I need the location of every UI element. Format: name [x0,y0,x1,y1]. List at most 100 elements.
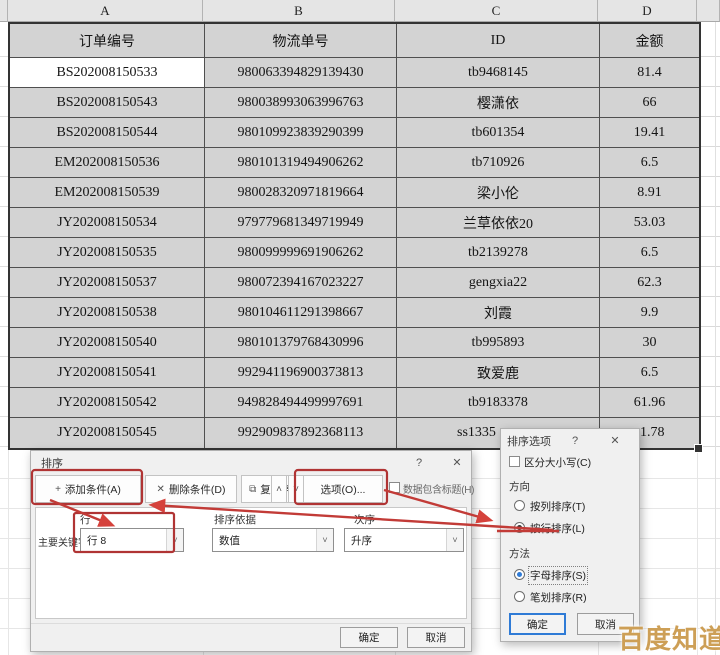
table-cell-tracking[interactable]: 980072394167023227 [205,268,397,298]
table-cell-id[interactable]: tb995893 [397,328,600,358]
table-cell-amount[interactable]: 66 [600,88,699,118]
table-cell-order[interactable]: EM202008150536 [10,148,205,178]
table-cell-amount[interactable]: 53.03 [600,208,699,238]
sort-by-row-radio[interactable] [514,522,525,533]
table-cell-amount[interactable]: 6.5 [600,148,699,178]
table-cell-amount[interactable]: 8.91 [600,178,699,208]
table-cell-amount[interactable]: 61.96 [600,388,699,418]
table-cell-tracking[interactable]: 980038993063996763 [205,88,397,118]
table-cell-id[interactable]: 梁小伦 [397,178,600,208]
method-group-label: 方法 [509,546,530,561]
options-button[interactable]: 选项(O)... [303,475,383,503]
table-cell-amount[interactable]: 9.9 [600,298,699,328]
order-dropdown[interactable]: 升序 ˅ [344,528,464,552]
close-icon[interactable]: ✕ [447,454,467,471]
alphabetic-sort-label: 字母排序(S) [530,568,586,583]
table-cell-tracking[interactable]: 992941196900373813 [205,358,397,388]
delete-icon: ✕ [157,484,165,495]
data-has-headers-checkbox[interactable] [389,482,400,493]
dropdown-arrow-icon: ˅ [316,529,333,551]
table-cell-id[interactable]: tb601354 [397,118,600,148]
column-letter-A[interactable]: A [8,0,203,22]
table-row: JY202008150542949828494499997691tb918337… [10,388,699,418]
watermark: 百度知道 [618,619,720,655]
table-row: JY202008150534979779681349719949兰草依依2053… [10,208,699,238]
close-icon[interactable]: ✕ [605,432,625,449]
delete-condition-button[interactable]: ✕ 删除条件(D) [145,475,237,503]
table-cell-amount[interactable]: 6.5 [600,238,699,268]
sort-options-title: 排序选项 [507,433,551,449]
ok-button[interactable]: 确定 [340,627,398,648]
stroke-sort-radio[interactable] [514,591,525,602]
sort-by-column-label: 按列排序(T) [530,499,585,514]
column-letter-D[interactable]: D [598,0,697,22]
cancel-button[interactable]: 取消 [407,627,465,648]
table-cell-order[interactable]: JY202008150542 [10,388,205,418]
sort-on-dropdown-value: 数值 [219,533,240,548]
case-sensitive-checkbox[interactable] [509,456,520,467]
table-cell-tracking[interactable]: 980109923839290399 [205,118,397,148]
column-letter-B[interactable]: B [203,0,395,22]
case-sensitive-label: 区分大小写(C) [524,455,591,470]
table-cell-tracking[interactable]: 980104611291398667 [205,298,397,328]
table-cell-id[interactable]: 樱潇依 [397,88,600,118]
move-up-button[interactable]: ˄ [271,475,287,503]
table-cell-order[interactable]: BS202008150543 [10,88,205,118]
help-icon[interactable]: ? [409,454,429,471]
table-cell-id[interactable]: 刘霞 [397,298,600,328]
data-has-headers-label: 数据包含标题(H) [403,481,474,496]
add-condition-button[interactable]: + 添加条件(A) [35,475,141,503]
table-cell-id[interactable]: tb2139278 [397,238,600,268]
sort-dialog: 排序 ? ✕ + 添加条件(A) ✕ 删除条件(D) ⧉ 复制条件(C) ˄ ˅… [30,450,472,652]
table-cell-id[interactable]: tb9468145 [397,58,600,88]
table-row: JY202008150537980072394167023227gengxia2… [10,268,699,298]
ok-button[interactable]: 确定 [509,613,566,635]
table-cell-order[interactable]: JY202008150541 [10,358,205,388]
move-down-button[interactable]: ˅ [288,475,304,503]
table-cell-tracking[interactable]: 980101379768430996 [205,328,397,358]
table-cell-tracking[interactable]: 979779681349719949 [205,208,397,238]
table-cell-order[interactable]: JY202008150534 [10,208,205,238]
help-icon[interactable]: ? [565,432,585,449]
table-cell-tracking[interactable]: 980101319494906262 [205,148,397,178]
table-cell-id[interactable]: 兰草依依20 [397,208,600,238]
column-letter-C[interactable]: C [395,0,598,22]
table-cell-order[interactable]: EM202008150539 [10,178,205,208]
table-cell-amount[interactable]: 19.41 [600,118,699,148]
table-cell-order[interactable]: BS202008150533 [10,58,205,88]
table-cell-id[interactable]: tb710926 [397,148,600,178]
table-cell-order[interactable]: BS202008150544 [10,118,205,148]
table-cell-tracking[interactable]: 949828494499997691 [205,388,397,418]
direction-group-label: 方向 [509,479,530,494]
table-cell-tracking[interactable]: 980028320971819664 [205,178,397,208]
table-cell-tracking[interactable]: 980063394829139430 [205,58,397,88]
table-cell-amount[interactable]: 6.5 [600,358,699,388]
key-dropdown[interactable]: 行 8 ˅ [80,528,184,552]
alphabetic-sort-radio[interactable] [514,569,525,580]
table-cell-order[interactable]: JY202008150545 [10,418,205,448]
table-cell-tracking[interactable]: 980099999691906262 [205,238,397,268]
table-cell-amount[interactable]: 81.4 [600,58,699,88]
table-cell-id[interactable]: tb9183378 [397,388,600,418]
add-icon: + [55,484,61,495]
table-cell-order[interactable]: JY202008150535 [10,238,205,268]
table-cell-amount[interactable]: 62.3 [600,268,699,298]
table-cell-order[interactable]: JY202008150538 [10,298,205,328]
table-cell-order[interactable]: JY202008150537 [10,268,205,298]
dropdown-arrow-icon: ˅ [446,529,463,551]
sort-on-dropdown[interactable]: 数值 ˅ [212,528,334,552]
header-cell[interactable]: 订单编号 [10,24,205,58]
header-cell[interactable]: 金额 [600,24,699,58]
table-cell-amount[interactable]: 30 [600,328,699,358]
add-condition-label: 添加条件(A) [65,482,121,497]
selection-fill-handle[interactable] [694,444,703,453]
header-cell[interactable]: ID [397,24,600,58]
gridline [715,22,716,655]
gridline [8,449,9,655]
table-cell-order[interactable]: JY202008150540 [10,328,205,358]
table-cell-tracking[interactable]: 992909837892368113 [205,418,397,448]
sort-by-column-radio[interactable] [514,500,525,511]
table-cell-id[interactable]: 致爱鹿 [397,358,600,388]
table-cell-id[interactable]: gengxia22 [397,268,600,298]
header-cell[interactable]: 物流单号 [205,24,397,58]
